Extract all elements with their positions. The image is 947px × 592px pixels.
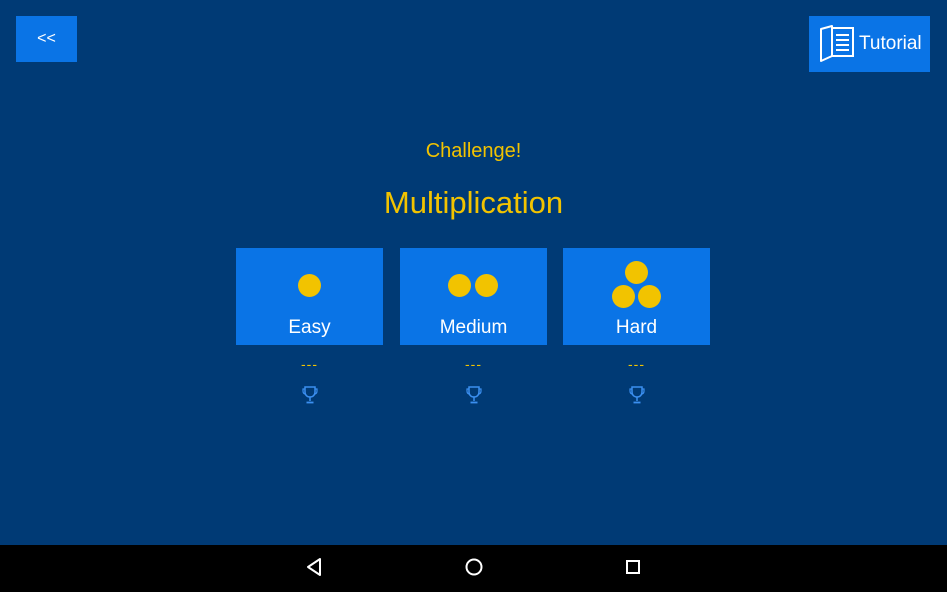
difficulty-dot — [612, 285, 635, 308]
square-recents-icon — [624, 558, 642, 581]
tutorial-button[interactable]: Tutorial — [809, 16, 930, 72]
best-score: --- — [465, 356, 482, 372]
back-button-label: << — [37, 30, 56, 47]
screen: << Tutorial Challenge! Multiplication Ea… — [0, 0, 947, 592]
difficulty-dot — [448, 274, 471, 297]
difficulty-dot — [625, 261, 648, 284]
back-button[interactable]: << — [16, 16, 77, 62]
difficulty-dots — [563, 248, 710, 318]
difficulty-dot — [298, 274, 321, 297]
trophy-icon — [236, 385, 383, 407]
level-label: Easy — [288, 317, 331, 338]
nav-back-button[interactable] — [302, 557, 326, 581]
difficulty-dots — [236, 248, 383, 318]
app-area: << Tutorial Challenge! Multiplication Ea… — [0, 0, 947, 545]
challenge-heading: Challenge! — [425, 140, 522, 162]
difficulty-dots — [400, 248, 547, 318]
book-icon — [817, 24, 857, 64]
difficulty-dot — [638, 285, 661, 308]
best-score: --- — [628, 356, 645, 372]
nav-recents-button[interactable] — [621, 557, 645, 581]
system-navigation-bar — [0, 545, 947, 592]
level-label: Hard — [615, 317, 658, 338]
trophy-icon — [400, 385, 547, 407]
level-hard-button[interactable]: Hard — [563, 248, 710, 345]
level-easy-button[interactable]: Easy — [236, 248, 383, 345]
tutorial-button-label: Tutorial — [859, 33, 922, 54]
circle-home-icon — [464, 557, 484, 582]
best-score: --- — [301, 356, 318, 372]
difficulty-dot — [475, 274, 498, 297]
trophy-icon — [563, 385, 710, 407]
nav-home-button[interactable] — [462, 557, 486, 581]
triangle-back-icon — [305, 557, 323, 582]
level-medium-button[interactable]: Medium — [400, 248, 547, 345]
topic-title: Multiplication — [383, 185, 564, 220]
level-label: Medium — [439, 317, 508, 338]
